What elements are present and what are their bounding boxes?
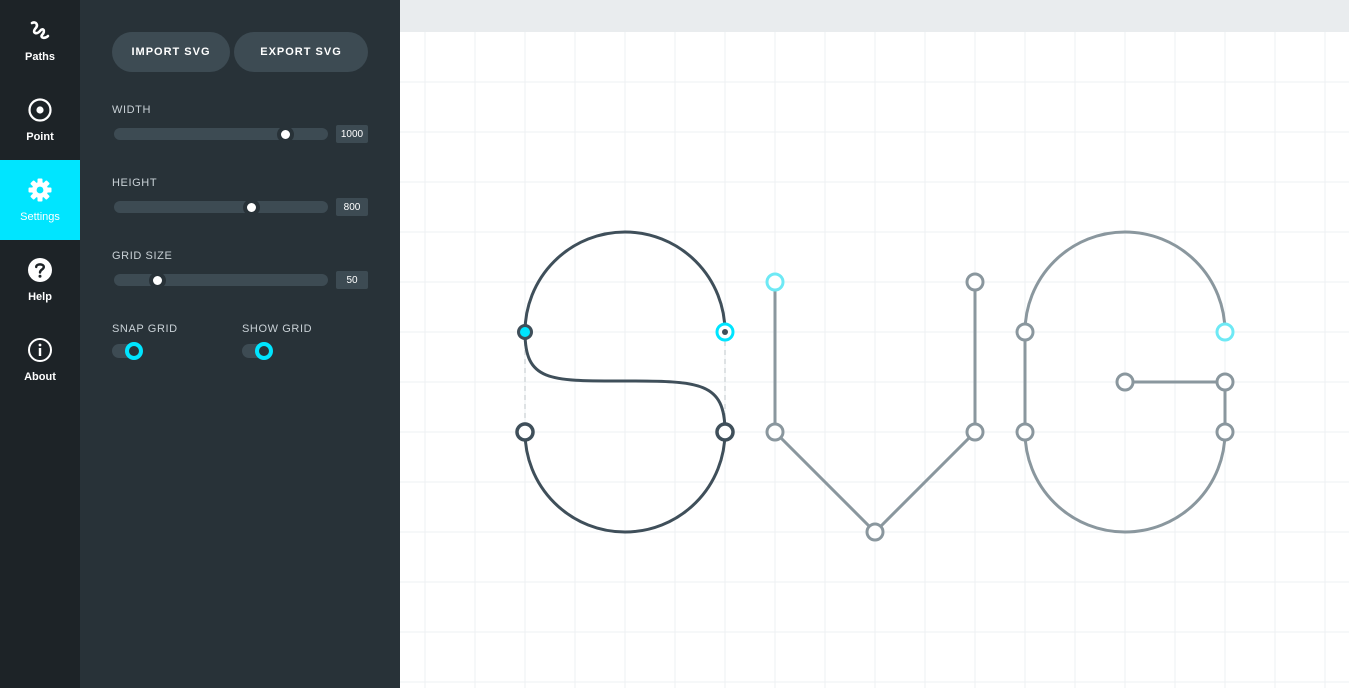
s-point-selected[interactable]: [520, 327, 530, 337]
v-point[interactable]: [965, 272, 985, 292]
width-label: WIDTH: [112, 104, 152, 116]
height-slider[interactable]: [114, 199, 328, 216]
nav-item-paths[interactable]: Paths: [0, 0, 80, 80]
snap-grid-toggle-knob: [125, 342, 143, 360]
v-point-start[interactable]: [765, 272, 785, 292]
s-control-point-left[interactable]: [515, 422, 535, 442]
g-point[interactable]: [1015, 322, 1035, 342]
width-slider-thumb[interactable]: [277, 126, 295, 143]
point-icon: [27, 97, 53, 123]
s-point-top-right-core: [722, 329, 728, 335]
canvas-area: [400, 0, 1349, 688]
grid-size-value[interactable]: 50: [336, 271, 368, 289]
info-icon: [27, 337, 53, 363]
g-point-end[interactable]: [1115, 372, 1135, 392]
gear-icon: [27, 177, 53, 203]
export-svg-button[interactable]: EXPORT SVG: [234, 32, 368, 72]
height-value[interactable]: 800: [336, 198, 368, 216]
side-nav: Paths Point Settings Help About: [0, 0, 80, 688]
grid-lines: [400, 32, 1349, 688]
v-point[interactable]: [765, 422, 785, 442]
help-icon: [27, 257, 53, 283]
width-slider[interactable]: [114, 126, 328, 143]
g-point[interactable]: [1215, 422, 1235, 442]
svg-canvas[interactable]: [400, 0, 1349, 688]
snap-grid-label: SNAP GRID: [112, 323, 178, 335]
height-label: HEIGHT: [112, 177, 158, 189]
snap-grid-toggle[interactable]: [112, 342, 144, 360]
nav-label-settings: Settings: [20, 211, 60, 223]
nav-item-help[interactable]: Help: [0, 240, 80, 320]
g-point[interactable]: [1015, 422, 1035, 442]
v-point[interactable]: [965, 422, 985, 442]
nav-item-about[interactable]: About: [0, 320, 80, 400]
grid-size-label: GRID SIZE: [112, 250, 173, 262]
show-grid-label: SHOW GRID: [242, 323, 313, 335]
nav-item-point[interactable]: Point: [0, 80, 80, 160]
import-svg-button[interactable]: IMPORT SVG: [112, 32, 230, 72]
v-point[interactable]: [865, 522, 885, 542]
g-point[interactable]: [1215, 372, 1235, 392]
width-value[interactable]: 1000: [336, 125, 368, 143]
nav-item-settings[interactable]: Settings: [0, 160, 80, 240]
paths-icon: [27, 17, 53, 43]
nav-label-point: Point: [26, 131, 54, 143]
nav-label-about: About: [24, 371, 56, 383]
g-point-start[interactable]: [1215, 322, 1235, 342]
nav-label-paths: Paths: [25, 51, 55, 63]
show-grid-toggle[interactable]: [242, 342, 274, 360]
grid-size-slider[interactable]: [114, 272, 328, 289]
settings-panel: IMPORT SVG EXPORT SVG WIDTH 1000 HEIGHT …: [80, 0, 400, 688]
s-control-point-right[interactable]: [715, 422, 735, 442]
show-grid-toggle-knob: [255, 342, 273, 360]
grid-size-slider-thumb[interactable]: [148, 272, 166, 289]
height-slider-thumb[interactable]: [242, 199, 260, 216]
nav-label-help: Help: [28, 291, 52, 303]
